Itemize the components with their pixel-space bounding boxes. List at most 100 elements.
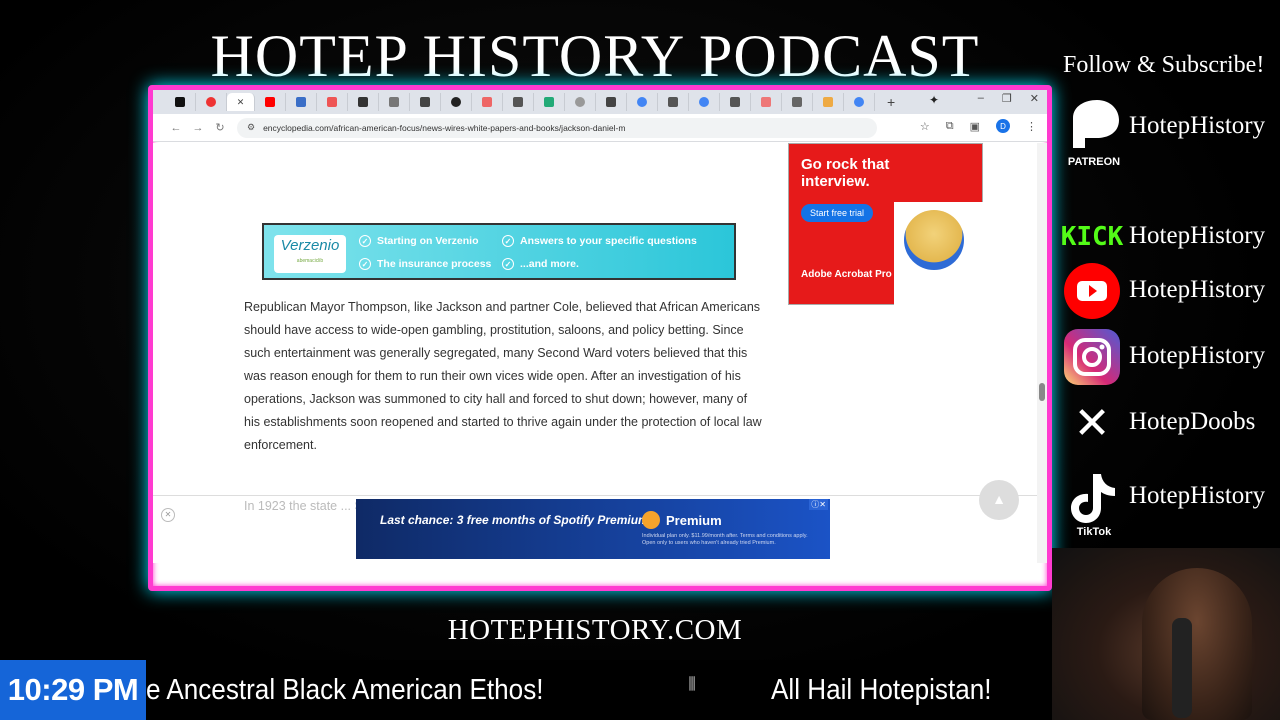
browser-tab[interactable]: [441, 93, 472, 111]
verzenio-ad[interactable]: Verzenio abemaciclib ✓ Starting on Verzen…: [262, 223, 736, 280]
ad-item-label: ...and more.: [520, 258, 579, 270]
minimize-icon[interactable]: –: [978, 92, 984, 105]
social-handle: HotepHistory: [1129, 222, 1266, 249]
youtube-favicon-icon: [265, 97, 275, 107]
browser-tab[interactable]: [534, 93, 565, 111]
browser-tab[interactable]: [165, 93, 196, 111]
scrollbar-thumb[interactable]: [1039, 383, 1045, 401]
ad-item: ✓ Starting on Verzenio: [359, 235, 479, 247]
close-ad-icon[interactable]: ✕: [161, 508, 175, 522]
menu-icon[interactable]: ⋮: [1026, 120, 1037, 133]
patreon-icon: [1063, 98, 1121, 156]
favicon-icon: [358, 97, 368, 107]
reload-icon[interactable]: ↻: [209, 121, 231, 134]
bookmark-star-icon[interactable]: ☆: [920, 120, 930, 133]
active-browser-tab[interactable]: ✕: [227, 93, 255, 111]
browser-tab[interactable]: [658, 93, 689, 111]
social-row-tiktok: TikTok HotepHistory: [1059, 468, 1280, 538]
youtube-icon: [1063, 262, 1121, 320]
browser-tab[interactable]: [379, 93, 410, 111]
favicon-icon: [761, 97, 771, 107]
browser-tab[interactable]: [782, 93, 813, 111]
restore-icon[interactable]: ❐: [1002, 92, 1012, 105]
browser-tab[interactable]: [689, 93, 720, 111]
follow-title: Follow & Subscribe!: [1063, 52, 1265, 78]
browser-window: ✕ + ✦ – ❐ ✕ ← → ↻ ⚙ encyclopedia.com/afr…: [148, 85, 1052, 591]
favicon-icon: [482, 97, 492, 107]
profile-avatar[interactable]: D: [996, 119, 1010, 133]
favicon-icon: [451, 97, 461, 107]
browser-tab[interactable]: [317, 93, 348, 111]
favicon-icon: [792, 97, 802, 107]
address-bar-actions: ☆ ⧉ ▣ D ⋮: [920, 119, 1037, 133]
favicon-icon: [327, 97, 337, 107]
browser-tab[interactable]: [286, 93, 317, 111]
social-row-patreon: PATREON HotepHistory: [1059, 98, 1280, 168]
browser-tab[interactable]: [844, 93, 875, 111]
google-favicon-icon: [699, 97, 709, 107]
social-row-x: ✕ HotepDoobs: [1059, 394, 1280, 454]
favicon-icon: [606, 97, 616, 107]
check-icon: ✓: [359, 258, 371, 270]
favicon-icon: [420, 97, 430, 107]
google-favicon-icon: [637, 97, 647, 107]
browser-tab[interactable]: [596, 93, 627, 111]
start-free-trial-button[interactable]: Start free trial: [801, 204, 874, 222]
ad-item: ✓ The insurance process: [359, 258, 491, 270]
ad-fine-print: Individual plan only. $11.99/month after…: [642, 533, 808, 546]
scrollbar[interactable]: [1037, 143, 1047, 563]
browser-tab[interactable]: [720, 93, 751, 111]
ad-resume-card: [894, 202, 984, 306]
tab-strip: ✕ + ✦ – ❐ ✕: [153, 90, 1047, 114]
sidebar-icon[interactable]: ▣: [970, 120, 980, 133]
ad-item: ✓ Answers to your specific questions: [502, 235, 697, 247]
stream-overlay: HOTEP HISTORY PODCAST ✕ + ✦ – ❐ ✕ ← → ↻ …: [0, 0, 1280, 720]
ticker-text: e Ancestral Black American Ethos!: [146, 674, 544, 706]
ad-portrait: [904, 210, 964, 270]
back-icon[interactable]: ←: [165, 122, 187, 134]
wikipedia-favicon-icon: [730, 97, 740, 107]
ad-headline: Last chance: 3 free months of Spotify Pr…: [380, 513, 653, 527]
verzenio-logo-text: Verzenio: [280, 237, 340, 254]
browser-tab[interactable]: [751, 93, 782, 111]
x-favicon-icon: [175, 97, 185, 107]
forward-icon[interactable]: →: [187, 122, 209, 134]
favicon-icon: [206, 97, 216, 107]
close-icon[interactable]: ✕: [237, 97, 245, 108]
site-settings-icon[interactable]: ⚙: [247, 122, 255, 133]
spotify-ad[interactable]: Last chance: 3 free months of Spotify Pr…: [356, 499, 830, 559]
social-row-youtube: HotepHistory: [1059, 262, 1280, 322]
ad-choices-icon[interactable]: ⓘ✕: [809, 499, 828, 510]
ad-headline: Go rock that interview.: [801, 156, 890, 190]
social-handle: HotepHistory: [1129, 112, 1266, 139]
extensions-icon[interactable]: ⧉: [946, 120, 954, 133]
icon-caption: TikTok: [1076, 526, 1112, 538]
check-icon: ✓: [502, 258, 514, 270]
browser-tab[interactable]: [196, 93, 227, 111]
favicon-icon: [575, 97, 585, 107]
ad-brand: Adobe Acrobat Pro: [801, 269, 892, 280]
new-tab-icon[interactable]: +: [887, 94, 895, 110]
check-icon: ✓: [502, 235, 514, 247]
browser-tab[interactable]: [503, 93, 534, 111]
webcam-feed: [1052, 548, 1280, 720]
close-window-icon[interactable]: ✕: [1030, 92, 1039, 105]
browser-tab[interactable]: [255, 93, 286, 111]
article-paragraph: Republican Mayor Thompson, like Jackson …: [244, 300, 762, 452]
browser-tab[interactable]: [813, 93, 844, 111]
back-to-top-button[interactable]: ▲: [979, 480, 1019, 520]
browser-tab[interactable]: [472, 93, 503, 111]
browser-tab[interactable]: [348, 93, 379, 111]
browser-tab[interactable]: [410, 93, 441, 111]
ad-item-label: Starting on Verzenio: [377, 235, 479, 247]
social-handle: HotepHistory: [1129, 482, 1266, 509]
browser-tab[interactable]: [627, 93, 658, 111]
browser-tab[interactable]: [565, 93, 596, 111]
url-field[interactable]: ⚙ encyclopedia.com/african-american-focu…: [237, 117, 877, 138]
clock: 10:29 PM: [0, 660, 146, 720]
ad-item-label: The insurance process: [377, 258, 492, 270]
gemini-icon[interactable]: ✦: [929, 93, 939, 107]
webcam-person: [1142, 568, 1252, 720]
adobe-ad[interactable]: Go rock that interview. Start free trial…: [788, 143, 984, 306]
spotify-logo: Premium: [642, 511, 722, 529]
